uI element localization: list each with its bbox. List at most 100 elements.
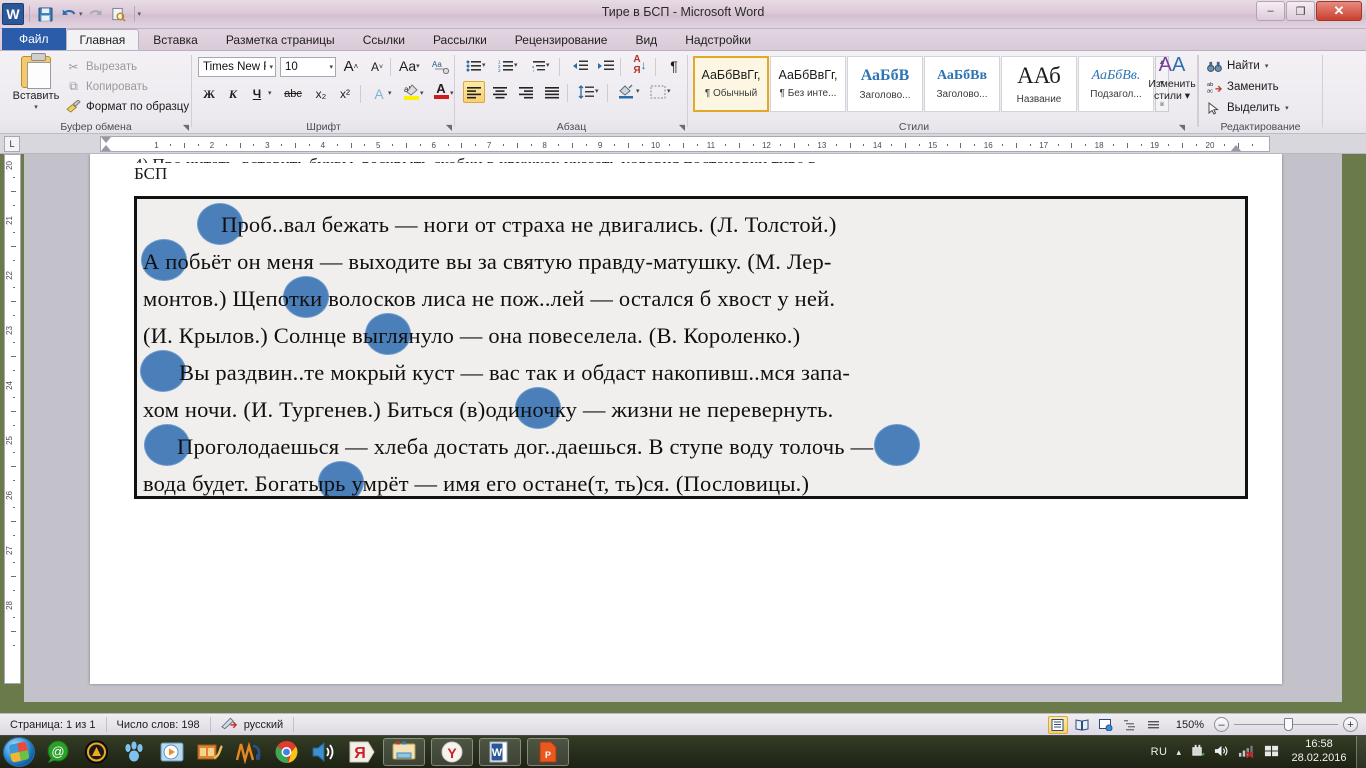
start-button[interactable] [3,737,35,767]
font-color-icon[interactable]: A [430,80,452,102]
network-disconnected-icon[interactable] [1238,744,1255,761]
underline-button[interactable]: Ч [246,83,268,105]
font-size-combo[interactable]: 10 ▾ [280,57,336,77]
draft-view-button[interactable] [1144,716,1164,734]
paste-dropdown-icon[interactable]: ▾ [34,103,38,111]
cut-button[interactable]: ✂ Вырезать [66,57,137,76]
outline-view-button[interactable] [1120,716,1140,734]
align-center-button[interactable] [489,81,511,103]
line-spacing-icon[interactable] [575,81,597,103]
font-size-dropdown-icon[interactable]: ▾ [326,63,333,71]
tab-mailings[interactable]: Рассылки [419,29,501,50]
copy-button[interactable]: ⧉ Копировать [66,77,148,96]
hanging-indent-marker[interactable] [101,145,111,151]
tab-selector-icon[interactable]: L [4,136,20,152]
vertical-ruler[interactable]: 20 21 22 23 24 25 26 27 28 [4,154,21,684]
minimize-button[interactable]: – [1256,1,1285,21]
subscript-button[interactable]: x₂ [310,83,332,105]
sort-icon[interactable]: А Я ↓ [629,54,651,76]
highlight-dropdown-icon[interactable]: ▾ [420,89,424,97]
web-layout-view-button[interactable] [1096,716,1116,734]
tab-addins[interactable]: Надстройки [671,29,765,50]
horizontal-ruler-track[interactable]: 1 2 3 4 5 6 7 8 9 10 11 12 13 14 15 16 17 18 19 20 [100,136,1270,152]
tab-review[interactable]: Рецензирование [501,29,622,50]
change-case-button[interactable]: Aa ▾ [398,55,421,77]
right-indent-marker[interactable] [1231,145,1241,151]
line-spacing-dropdown-icon[interactable]: ▾ [595,87,599,95]
style-item-heading1[interactable]: АаБбВ Заголово... [847,56,923,112]
tab-page-layout[interactable]: Разметка страницы [212,29,349,50]
yandex-icon[interactable]: Я [347,738,377,766]
select-dropdown-icon[interactable]: ▾ [1285,104,1289,112]
strikethrough-button[interactable]: abc [282,83,304,105]
styles-dialog-launcher[interactable]: ◥ [1179,123,1185,132]
font-dialog-launcher[interactable]: ◥ [446,123,452,132]
italic-button[interactable]: К [222,83,244,105]
language-indicator[interactable]: русский [244,719,283,731]
zoom-slider[interactable]: – + [1214,717,1358,732]
styles-gallery[interactable]: АаБбВвГг, ¶ Обычный АаБбВвГг, ¶ Без инте… [693,56,1169,112]
align-left-button[interactable] [463,81,485,103]
text-effects-dropdown-icon[interactable]: ▾ [388,89,392,97]
paste-button[interactable]: Вставить ▾ [8,53,64,116]
font-name-combo[interactable]: Times New Rc ▾ [198,57,276,77]
bullets-dropdown-icon[interactable]: ▾ [482,61,486,69]
numbering-dropdown-icon[interactable]: ▾ [514,61,518,69]
yandex-browser-taskbar-button[interactable]: Y [431,738,473,766]
tab-insert[interactable]: Вставка [139,29,212,50]
zoom-level[interactable]: 150% [1176,719,1204,731]
style-item-no-spacing[interactable]: АаБбВвГг, ¶ Без инте... [770,56,846,112]
paragraph-dialog-launcher[interactable]: ◥ [679,123,685,132]
close-button[interactable]: ✕ [1316,1,1362,21]
style-item-title[interactable]: ААб Название [1001,56,1077,112]
media-player-icon[interactable] [157,738,187,766]
shrink-font-button[interactable]: A ˅ [366,56,388,78]
text-effects-icon[interactable]: A [368,83,390,105]
font-name-dropdown-icon[interactable]: ▾ [266,63,273,71]
style-item-normal[interactable]: АаБбВвГг, ¶ Обычный [693,56,769,112]
zoom-in-button[interactable]: + [1343,717,1358,732]
align-right-button[interactable] [515,81,537,103]
chrome-icon[interactable] [271,738,301,766]
tab-home[interactable]: Главная [65,29,140,50]
borders-dropdown-icon[interactable]: ▾ [667,87,671,95]
increase-indent-icon[interactable] [595,55,617,77]
horizontal-ruler[interactable]: L 1 2 3 4 5 6 7 8 9 10 11 12 13 14 15 16 17 18 19 20 [0,134,1366,154]
proofing-status[interactable]: русский [211,714,293,736]
left-indent-marker[interactable] [101,137,111,143]
show-formatting-marks-icon[interactable]: ¶ [663,55,685,77]
find-button[interactable]: Найти ▾ [1206,56,1268,76]
full-screen-reading-view-button[interactable] [1072,716,1092,734]
show-desktop-button[interactable] [1356,735,1366,768]
tab-view[interactable]: Вид [621,29,671,50]
safely-remove-hardware-icon[interactable] [1190,743,1205,761]
zoom-thumb[interactable] [1284,718,1293,731]
bold-button[interactable]: Ж [198,83,220,105]
movie-maker-icon[interactable] [195,738,225,766]
grow-font-button[interactable]: A ˄ [340,55,362,77]
clipboard-dialog-launcher[interactable]: ◥ [183,123,189,132]
shading-dropdown-icon[interactable]: ▾ [636,87,640,95]
explorer-taskbar-button[interactable] [383,738,425,766]
print-layout-view-button[interactable] [1047,715,1068,734]
change-styles-button[interactable]: AA Изменить стили ▾ [1143,55,1201,113]
font-color-dropdown-icon[interactable]: ▾ [450,89,454,97]
select-button[interactable]: Выделить ▾ [1206,98,1289,118]
volume-app-icon[interactable] [309,738,339,766]
language-tray-indicator[interactable]: RU [1151,746,1168,758]
highlight-color-icon[interactable]: ab [400,81,422,103]
restore-button[interactable]: ❐ [1286,1,1315,21]
show-hidden-icons-icon[interactable]: ▴ [1176,747,1181,758]
mail-icon[interactable]: @ [43,738,73,766]
justify-button[interactable] [541,81,563,103]
zoom-out-button[interactable]: – [1214,717,1229,732]
paw-icon[interactable] [119,738,149,766]
zoom-track[interactable] [1234,718,1338,731]
multilevel-dropdown-icon[interactable]: ▾ [546,61,550,69]
clear-formatting-icon[interactable]: Aa [430,55,452,77]
format-painter-button[interactable]: Формат по образцу [66,97,189,116]
word-count[interactable]: Число слов: 198 [107,714,210,736]
superscript-button[interactable]: x² [334,83,356,105]
page-indicator[interactable]: Страница: 1 из 1 [0,714,106,736]
clock[interactable]: 16:58 28.02.2016 [1288,738,1350,766]
